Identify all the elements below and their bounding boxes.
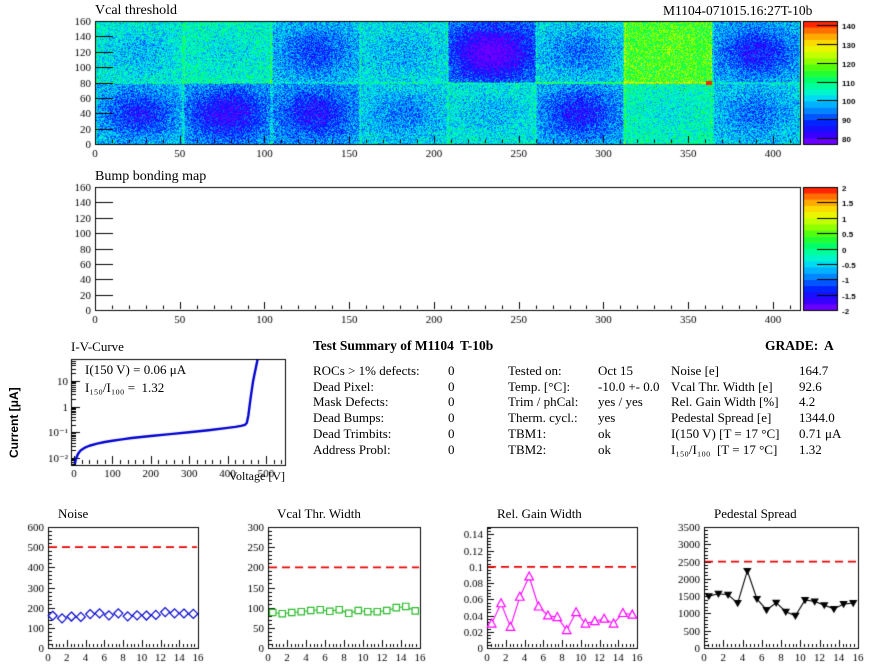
summary-value: 164.7 (799, 363, 829, 378)
grade-label: GRADE: (765, 338, 819, 353)
summary-value: 1344.0 (799, 410, 835, 426)
summary-label: Therm. cycl.: (508, 410, 578, 426)
iv-curve-title: I-V-Curve (71, 339, 124, 354)
summary-value: yes / yes (598, 394, 643, 410)
summary-value: 0 (448, 410, 455, 426)
summary-label: TBM1: (508, 425, 547, 441)
iv-x-axis-label: Voltage [V] (228, 469, 285, 483)
summary-label: Noise [e] (671, 363, 720, 378)
summary-title: Test Summary of M1104 (313, 338, 454, 353)
pedestal-spread-plot-title: Pedestal Spread (714, 506, 797, 521)
summary-label: I(150 V) [T = 17 °C] (671, 425, 780, 441)
summary-value: 4.2 (799, 394, 816, 410)
summary-value: 0.71 μA (799, 425, 842, 441)
iv-annotation-current: I(150 V) = 0.06 μA (85, 362, 187, 377)
summary-label: Trim / phCal: (508, 394, 579, 410)
summary-value: Oct 15 (598, 363, 634, 378)
summary-value: 0 (448, 378, 455, 394)
summary-label: Dead Trimbits: (313, 425, 392, 441)
summary-label: Vcal Thr. Width [e] (671, 378, 773, 394)
summary-value: ok (598, 441, 611, 457)
summary-label: Dead Bumps: (313, 410, 385, 426)
summary-value: yes (598, 410, 616, 426)
summary-label: Pedestal Spread [e] (671, 410, 772, 426)
summary-label: Temp. [°C]: (508, 378, 571, 394)
summary-value: ok (598, 425, 611, 441)
noise-plot-title: Noise (58, 506, 89, 521)
vcal-map-title: Vcal threshold (95, 3, 178, 18)
grade-value: A (824, 338, 834, 353)
summary-value: 0 (448, 441, 455, 457)
summary-module-suffix: T-10b (460, 338, 494, 353)
summary-value: 0 (448, 425, 455, 441)
summary-label: Address Probl: (313, 441, 391, 457)
summary-label: Tested on: (508, 363, 562, 378)
bump-map-title: Bump bonding map (95, 169, 207, 184)
plots-canvas (0, 0, 896, 672)
summary-label: Mask Defects: (313, 394, 389, 410)
module-test-summary-page: Vcal threshold M1104-071015.16:27T-10b B… (0, 0, 896, 672)
summary-label: TBM2: (508, 441, 547, 457)
summary-label: I₁₅₀/I₁₀₀ [T = 17 °C] (671, 441, 778, 457)
summary-value: 0 (448, 394, 455, 410)
summary-label: ROCs > 1% defects: (313, 363, 420, 378)
summary-value: 0 (448, 363, 455, 378)
summary-label: Rel. Gain Width [%] (671, 394, 779, 410)
summary-value: -10.0 +- 0.0 (598, 378, 660, 394)
iv-y-axis-label: Current [μA] (7, 387, 21, 458)
summary-value: 92.6 (799, 378, 822, 394)
summary-label: Dead Pixel: (313, 378, 375, 394)
vcal-width-plot-title: Vcal Thr. Width (277, 506, 361, 521)
module-id-label: M1104-071015.16:27T-10b (663, 3, 813, 18)
summary-value: 1.32 (799, 441, 822, 457)
iv-annotation-ratio: I₁₅₀/I₁₀₀ = 1.32 (85, 380, 165, 395)
rel-gain-width-plot-title: Rel. Gain Width (497, 506, 582, 521)
